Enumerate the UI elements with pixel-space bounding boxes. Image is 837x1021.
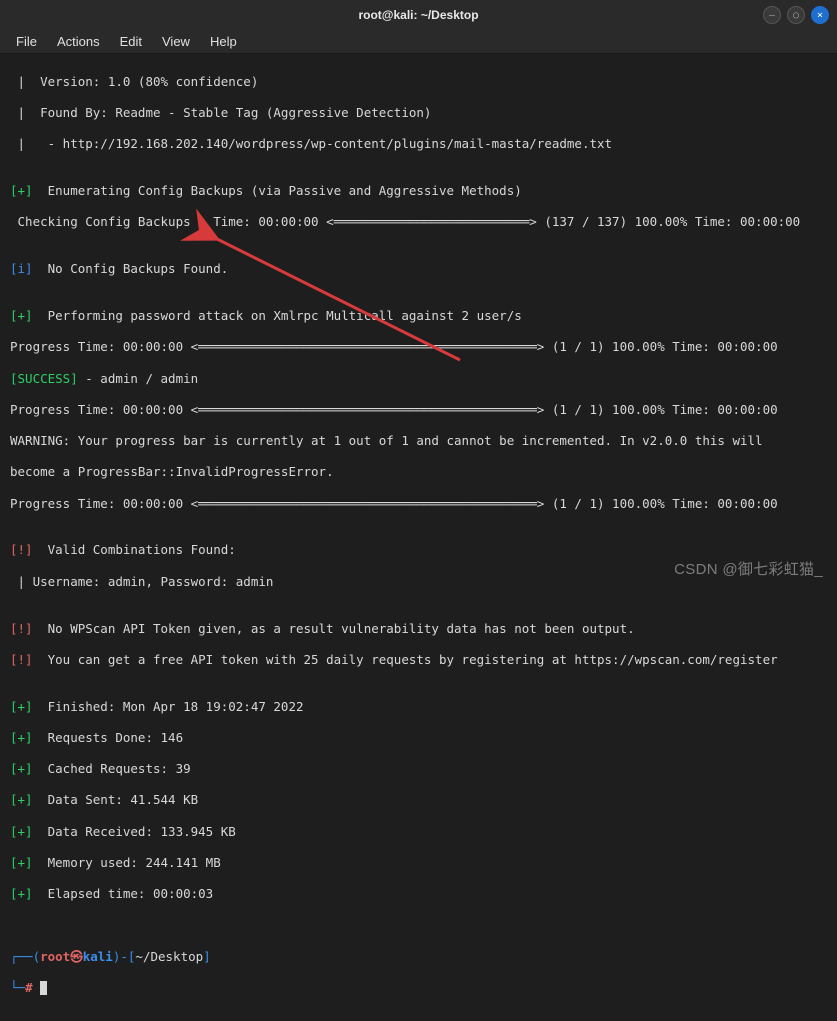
cursor-icon — [40, 981, 47, 995]
minimize-button[interactable]: – — [763, 6, 781, 24]
close-button[interactable]: × — [811, 6, 829, 24]
output-line: [!] Valid Combinations Found: — [10, 542, 827, 558]
prompt-line-1: ┌──(root㉿kali)-[~/Desktop] — [10, 949, 827, 965]
output-line: [+] Finished: Mon Apr 18 19:02:47 2022 — [10, 699, 827, 715]
output-line: [+] Requests Done: 146 — [10, 730, 827, 746]
menu-bar: File Actions Edit View Help — [0, 30, 837, 54]
prompt-line-2[interactable]: └─# — [10, 980, 827, 996]
output-line: [+] Data Received: 133.945 KB — [10, 824, 827, 840]
output-line: [+] Cached Requests: 39 — [10, 761, 827, 777]
output-line: [+] Elapsed time: 00:00:03 — [10, 886, 827, 902]
output-line: | - http://192.168.202.140/wordpress/wp-… — [10, 136, 827, 152]
watermark-text: CSDN @御七彩虹猫_ — [674, 558, 823, 579]
output-line: [!] No WPScan API Token given, as a resu… — [10, 621, 827, 637]
output-line: [+] Memory used: 244.141 MB — [10, 855, 827, 871]
output-line — [10, 917, 827, 933]
output-line: [+] Data Sent: 41.544 KB — [10, 792, 827, 808]
output-line: | Found By: Readme - Stable Tag (Aggress… — [10, 105, 827, 121]
maximize-button[interactable]: ○ — [787, 6, 805, 24]
menu-file[interactable]: File — [8, 32, 45, 51]
window-title: root@kali: ~/Desktop — [10, 8, 827, 22]
output-line-success: [SUCCESS] - admin / admin — [10, 371, 827, 387]
menu-view[interactable]: View — [154, 32, 198, 51]
menu-actions[interactable]: Actions — [49, 32, 108, 51]
window-controls: – ○ × — [763, 6, 829, 24]
output-line: Progress Time: 00:00:00 <═══════════════… — [10, 339, 827, 355]
output-line: Progress Time: 00:00:00 <═══════════════… — [10, 496, 827, 512]
output-line: [+] Enumerating Config Backups (via Pass… — [10, 183, 827, 199]
output-line: become a ProgressBar::InvalidProgressErr… — [10, 464, 827, 480]
output-line: [!] You can get a free API token with 25… — [10, 652, 827, 668]
output-line: [+] Performing password attack on Xmlrpc… — [10, 308, 827, 324]
menu-edit[interactable]: Edit — [112, 32, 150, 51]
window-titlebar: root@kali: ~/Desktop – ○ × — [0, 0, 837, 30]
output-line: Checking Config Backups - Time: 00:00:00… — [10, 214, 827, 230]
terminal-output[interactable]: | Version: 1.0 (80% confidence) | Found … — [0, 54, 837, 1021]
output-line: WARNING: Your progress bar is currently … — [10, 433, 827, 449]
output-line: Progress Time: 00:00:00 <═══════════════… — [10, 402, 827, 418]
output-line: [i] No Config Backups Found. — [10, 261, 827, 277]
menu-help[interactable]: Help — [202, 32, 245, 51]
output-line: | Version: 1.0 (80% confidence) — [10, 74, 827, 90]
